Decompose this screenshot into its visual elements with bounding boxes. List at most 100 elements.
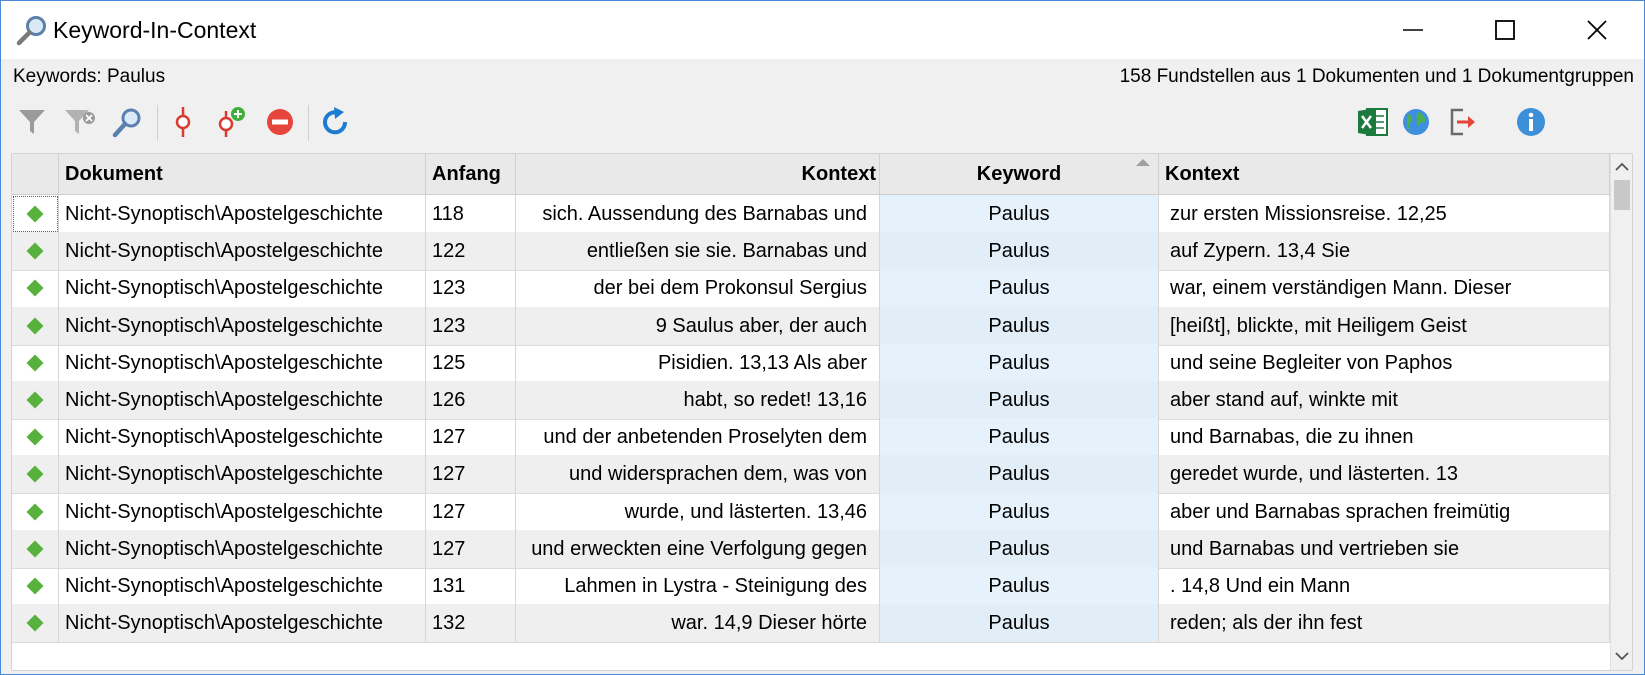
cell-keyword: Paulus xyxy=(880,418,1159,457)
window-title: Keyword-In-Context xyxy=(53,17,257,43)
cell-context-left: war. 14,9 Dieser hörte xyxy=(516,604,880,643)
table-row[interactable]: Nicht-Synoptisch\Apostelgeschichte 131 Lah… xyxy=(12,567,1610,606)
cell-anfang: 127 xyxy=(426,455,516,494)
row-marker[interactable] xyxy=(12,269,59,308)
column-header-keyword[interactable]: Keyword xyxy=(880,154,1159,195)
remove-icon xyxy=(267,109,293,135)
column-header-kontext-right[interactable]: Kontext xyxy=(1159,154,1610,195)
cell-dokument: Nicht-Synoptisch\Apostelgeschichte xyxy=(59,492,426,531)
pin-add-icon xyxy=(218,107,245,137)
magnifier-icon xyxy=(15,13,51,49)
column-header-keyword-label: Keyword xyxy=(976,163,1062,185)
remove-button[interactable] xyxy=(260,102,300,142)
cell-anfang: 127 xyxy=(426,492,516,531)
cell-context-right: reden; als der ihn fest xyxy=(1159,604,1610,643)
cell-anfang: 123 xyxy=(426,306,516,345)
cell-dokument: Nicht-Synoptisch\Apostelgeschichte xyxy=(59,381,426,419)
cell-context-right: aber und Barnabas sprachen freimütig xyxy=(1159,492,1610,531)
table-row[interactable]: Nicht-Synoptisch\Apostelgeschichte 127 und… xyxy=(12,529,1610,569)
table-row[interactable]: Nicht-Synoptisch\Apostelgeschichte 123 9 S… xyxy=(12,306,1610,346)
table-row[interactable]: Nicht-Synoptisch\Apostelgeschichte 125 Pis… xyxy=(12,343,1610,383)
column-header-anfang[interactable]: Anfang xyxy=(426,154,516,195)
table-row[interactable]: Nicht-Synoptisch\Apostelgeschichte 127 und… xyxy=(12,455,1610,495)
cell-anfang: 125 xyxy=(426,343,516,382)
minimize-button[interactable] xyxy=(1367,1,1459,59)
export-exit-button[interactable] xyxy=(1442,102,1482,142)
row-marker[interactable] xyxy=(12,195,59,233)
cell-keyword: Paulus xyxy=(880,195,1159,233)
cell-dokument: Nicht-Synoptisch\Apostelgeschichte xyxy=(59,343,426,382)
excel-export-button[interactable] xyxy=(1353,102,1393,142)
minimize-icon xyxy=(1403,29,1423,31)
result-stats: 158 Fundstellen aus 1 Dokumenten und 1 D… xyxy=(1119,66,1634,87)
cell-context-left: der bei dem Prokonsul Sergius xyxy=(516,269,880,308)
table-row[interactable]: Nicht-Synoptisch\Apostelgeschichte 122 ent… xyxy=(12,232,1610,272)
cell-context-right: geredet wurde, und lästerten. 13 xyxy=(1159,455,1610,494)
info-button[interactable] xyxy=(1511,102,1551,142)
row-marker[interactable] xyxy=(12,306,59,345)
table-row[interactable]: Nicht-Synoptisch\Apostelgeschichte 127 und… xyxy=(12,418,1610,458)
row-marker[interactable] xyxy=(12,604,59,643)
cell-context-left: und der anbetenden Proselyten dem xyxy=(516,418,880,457)
maximize-icon xyxy=(1495,20,1515,40)
row-marker[interactable] xyxy=(12,455,59,494)
cell-anfang: 127 xyxy=(426,529,516,568)
cell-anfang: 131 xyxy=(426,567,516,605)
row-marker[interactable] xyxy=(12,529,59,568)
row-marker[interactable] xyxy=(12,232,59,271)
cell-context-right: [heißt], blickte, mit Heiligem Geist xyxy=(1159,306,1610,345)
column-header-marker[interactable] xyxy=(12,154,59,195)
table-row[interactable]: Nicht-Synoptisch\Apostelgeschichte 118 sic… xyxy=(12,195,1610,234)
pin-add-button[interactable] xyxy=(211,102,251,142)
title-bar[interactable]: Keyword-In-Context xyxy=(1,1,1644,59)
diamond-icon xyxy=(26,614,44,632)
maximize-button[interactable] xyxy=(1459,1,1551,59)
refresh-icon xyxy=(323,107,348,135)
cell-dokument: Nicht-Synoptisch\Apostelgeschichte xyxy=(59,195,426,233)
diamond-icon xyxy=(26,503,44,521)
cell-context-right: und seine Begleiter von Paphos xyxy=(1159,343,1610,382)
cell-dokument: Nicht-Synoptisch\Apostelgeschichte xyxy=(59,604,426,643)
cell-context-right: . 14,8 Und ein Mann xyxy=(1159,567,1610,605)
table-row[interactable]: Nicht-Synoptisch\Apostelgeschichte 132 war… xyxy=(12,604,1610,644)
web-export-button[interactable] xyxy=(1396,102,1436,142)
filter-clear-button[interactable] xyxy=(60,102,100,142)
column-header-kontext-left[interactable]: Kontext xyxy=(516,154,880,195)
table-header: Dokument Anfang Kontext Keyword Kontext xyxy=(12,154,1610,195)
table-row[interactable]: Nicht-Synoptisch\Apostelgeschichte 126 hab… xyxy=(12,381,1610,420)
row-marker[interactable] xyxy=(12,418,59,457)
column-header-dokument[interactable]: Dokument xyxy=(59,154,426,195)
filter-clear-icon xyxy=(65,110,95,134)
cell-context-left: und erweckten eine Verfolgung gegen xyxy=(516,529,880,568)
cell-keyword: Paulus xyxy=(880,232,1159,271)
focus-indicator xyxy=(13,196,58,232)
row-marker[interactable] xyxy=(12,492,59,531)
filter-button[interactable] xyxy=(12,102,52,142)
cell-dokument: Nicht-Synoptisch\Apostelgeschichte xyxy=(59,306,426,345)
cell-keyword: Paulus xyxy=(880,455,1159,494)
cell-dokument: Nicht-Synoptisch\Apostelgeschichte xyxy=(59,529,426,568)
toolbar-separator xyxy=(308,105,309,141)
row-marker[interactable] xyxy=(12,343,59,382)
row-marker[interactable] xyxy=(12,567,59,605)
filter-icon xyxy=(19,110,45,134)
vertical-scrollbar[interactable] xyxy=(1610,154,1632,670)
globe-icon xyxy=(1403,109,1429,135)
cell-keyword: Paulus xyxy=(880,343,1159,382)
search-button[interactable] xyxy=(108,102,148,142)
cell-keyword: Paulus xyxy=(880,306,1159,345)
close-icon xyxy=(1587,20,1607,40)
close-button[interactable] xyxy=(1551,1,1643,59)
table-row[interactable]: Nicht-Synoptisch\Apostelgeschichte 123 der… xyxy=(12,269,1610,309)
scroll-down-button[interactable] xyxy=(1614,648,1630,666)
cell-context-left: habt, so redet! 13,16 xyxy=(516,381,880,419)
pin-button[interactable] xyxy=(163,102,203,142)
refresh-button[interactable] xyxy=(315,102,355,142)
row-marker[interactable] xyxy=(12,381,59,419)
cell-keyword: Paulus xyxy=(880,269,1159,308)
cell-context-right: und Barnabas, die zu ihnen xyxy=(1159,418,1610,457)
cell-dokument: Nicht-Synoptisch\Apostelgeschichte xyxy=(59,269,426,308)
table-row[interactable]: Nicht-Synoptisch\Apostelgeschichte 127 wur… xyxy=(12,492,1610,532)
scroll-up-button[interactable] xyxy=(1614,157,1630,175)
scroll-thumb[interactable] xyxy=(1614,180,1630,210)
